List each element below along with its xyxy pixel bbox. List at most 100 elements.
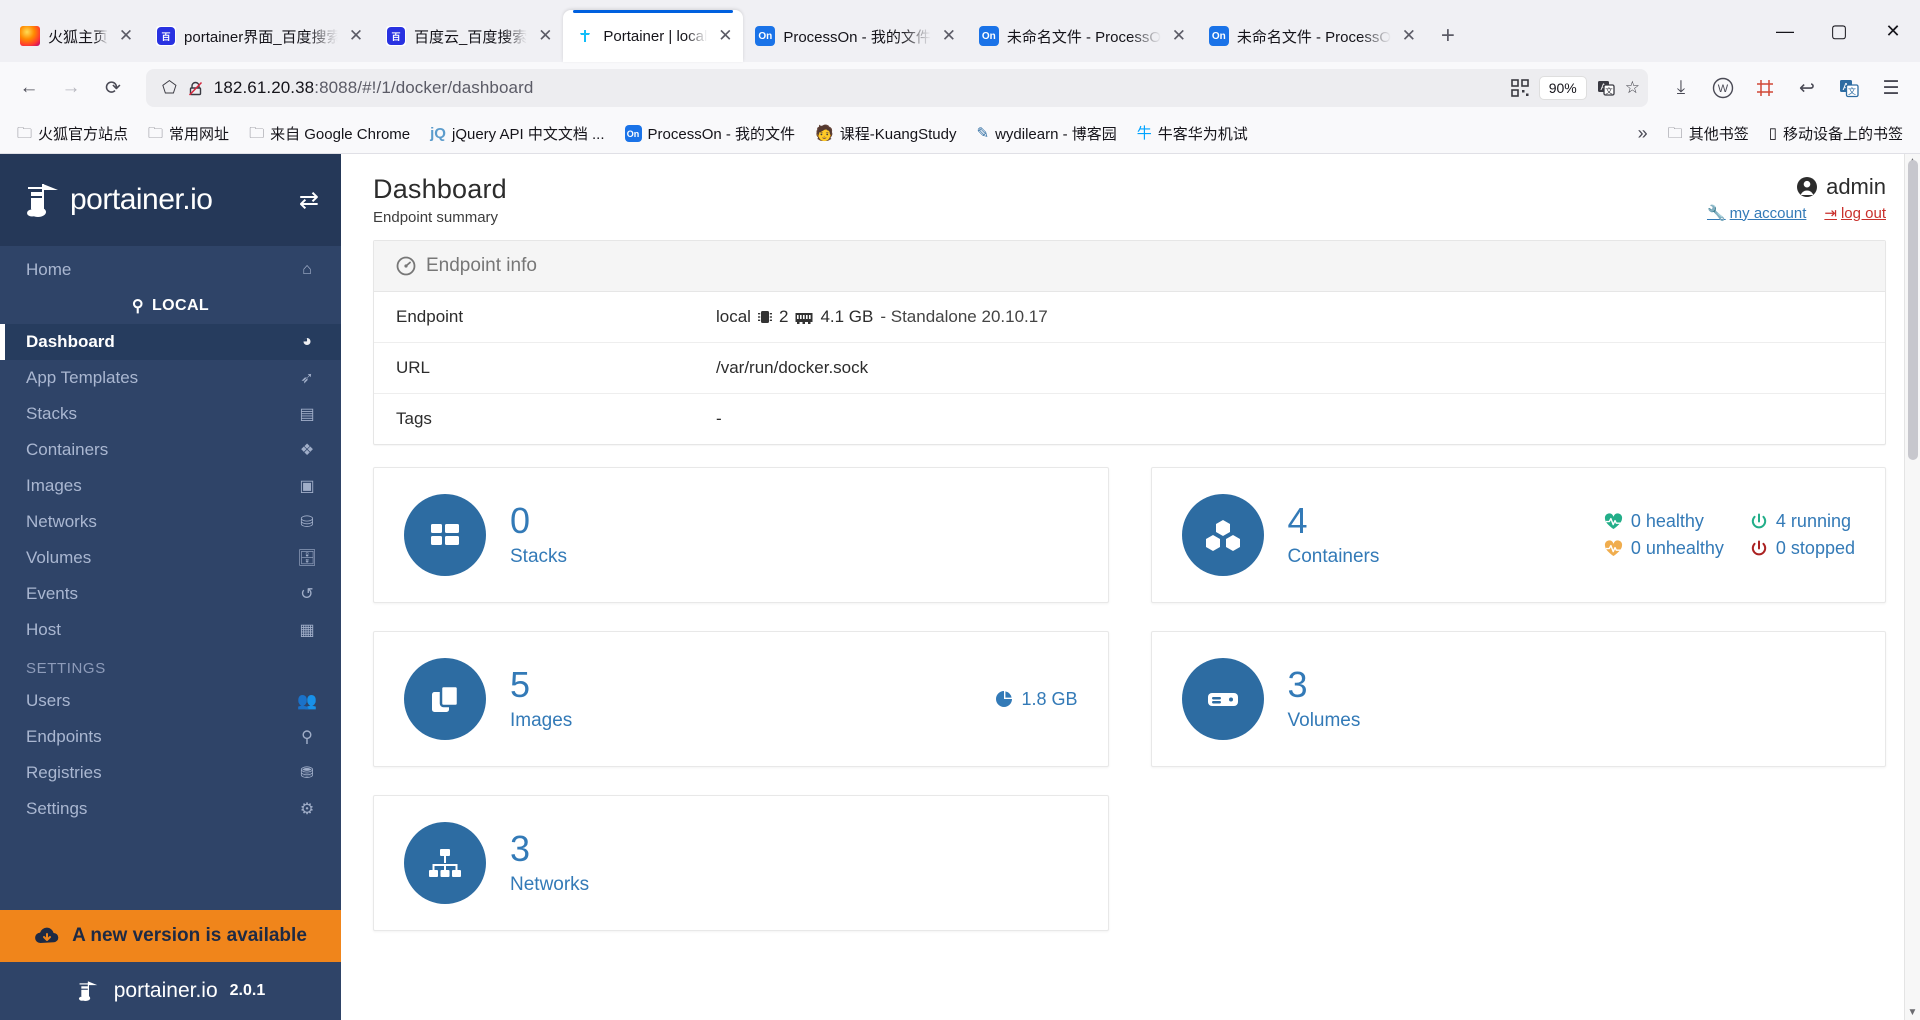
lock-crossed-icon[interactable] xyxy=(187,80,204,97)
sidebar-item-label: Home xyxy=(26,260,72,279)
sidebar-item-host[interactable]: Host ▦ xyxy=(0,612,341,648)
sidebar-item-app-templates[interactable]: App Templates ➶ xyxy=(0,360,341,396)
bookmark-label: 移动设备上的书签 xyxy=(1782,126,1903,143)
sidebar-item-home[interactable]: Home ⌂ xyxy=(0,252,341,288)
close-icon[interactable]: ✕ xyxy=(939,26,959,46)
browser-tab[interactable]: 百 百度云_百度搜索 ✕ xyxy=(374,10,563,62)
close-icon[interactable]: ✕ xyxy=(346,26,366,46)
close-icon[interactable]: ✕ xyxy=(1399,26,1419,46)
new-tab-button[interactable]: + xyxy=(1427,10,1469,62)
card-stacks[interactable]: 0 Stacks xyxy=(373,467,1109,603)
close-icon[interactable]: ✕ xyxy=(715,26,735,46)
back-arrow-icon[interactable]: ← xyxy=(10,69,48,107)
hamburger-menu-icon[interactable]: ☰ xyxy=(1872,69,1910,107)
browser-tab[interactable]: On ProcessOn - 我的文件 ✕ xyxy=(743,10,967,62)
bookmark-item[interactable]: 🗀 常用网址 xyxy=(141,119,236,148)
wrench-icon: 🔧 xyxy=(1706,205,1726,222)
reload-icon[interactable]: ⟳ xyxy=(94,69,132,107)
user-circle-icon xyxy=(1796,176,1818,198)
bookmarks-overflow-button[interactable]: » xyxy=(1631,119,1655,148)
maximize-button[interactable]: ▢ xyxy=(1812,0,1866,62)
events-icon: ↺ xyxy=(300,586,314,603)
sidebar-item-label: Host xyxy=(26,620,61,639)
sidebar-item-networks[interactable]: Networks ⛁ xyxy=(0,504,341,540)
cnblogs-icon: ✎ xyxy=(976,125,990,142)
jquery-icon: jQ xyxy=(430,125,446,142)
qr-code-icon[interactable] xyxy=(1510,79,1529,97)
translate-icon[interactable]: A 文 xyxy=(1597,79,1615,97)
zoom-level-badge[interactable]: 90% xyxy=(1538,76,1587,100)
sidebar-item-users[interactable]: Users 👥 xyxy=(0,683,341,719)
browser-tab[interactable]: 火狐主页 ✕ xyxy=(8,10,144,62)
sidebar-item-label: Users xyxy=(26,691,71,710)
bookmark-mobile[interactable]: ▯ 移动设备上的书签 xyxy=(1762,119,1910,148)
collapse-sidebar-icon[interactable]: ⇄ xyxy=(299,186,319,215)
browser-tab[interactable]: On 未命名文件 - ProcessOn ✕ xyxy=(1197,10,1427,62)
sidebar-item-dashboard[interactable]: Dashboard ◕ xyxy=(0,324,341,360)
svg-text:文: 文 xyxy=(1605,86,1613,96)
tab-strip: 火狐主页 ✕ 百 portainer界面_百度搜索 ✕ 百 百度云_百度搜索 ✕… xyxy=(0,0,1920,62)
address-bar[interactable]: ⬠ 182.61.20.38:8088/#!/1/docker/dashboar… xyxy=(146,69,1648,107)
endpoint-info-header: Endpoint info xyxy=(374,241,1885,292)
update-available-banner[interactable]: A new version is available xyxy=(0,910,341,962)
close-window-button[interactable]: ✕ xyxy=(1866,0,1920,62)
close-icon[interactable]: ✕ xyxy=(116,26,136,46)
minimize-button[interactable]: — xyxy=(1758,0,1812,62)
log-out-link[interactable]: ⇥ log out xyxy=(1824,204,1886,223)
sidebar-item-settings[interactable]: Settings ⚙ xyxy=(0,791,341,827)
browser-tab[interactable]: On 未命名文件 - ProcessOn ✕ xyxy=(967,10,1197,62)
bookmark-item[interactable]: 🗀 来自 Google Chrome xyxy=(242,119,417,148)
bookmark-item[interactable]: jQ jQuery API 中文文档 ... xyxy=(423,119,611,148)
sidebar-item-stacks[interactable]: Stacks ▤ xyxy=(0,396,341,432)
sidebar-item-volumes[interactable]: Volumes 🗄 xyxy=(0,540,341,576)
bookmark-item[interactable]: 🗀 火狐官方站点 xyxy=(10,119,135,148)
sidebar-brand-label: portainer.io xyxy=(70,183,213,216)
scrollbar-thumb[interactable] xyxy=(1908,160,1918,460)
screenshot-icon[interactable] xyxy=(1746,69,1784,107)
sidebar-item-images[interactable]: Images ▣ xyxy=(0,468,341,504)
memory-size: 4.1 GB xyxy=(820,307,874,326)
url-text[interactable]: 182.61.20.38:8088/#!/1/docker/dashboard xyxy=(214,78,1501,98)
undo-icon[interactable]: ↩ xyxy=(1788,69,1826,107)
card-networks[interactable]: 3 Networks xyxy=(373,795,1109,931)
browser-tab-active[interactable]: Portainer | local ✕ xyxy=(563,10,744,62)
images-icon: ▣ xyxy=(299,478,315,495)
bookmark-other[interactable]: 🗀 其他书签 xyxy=(1661,119,1756,148)
sidebar-item-events[interactable]: Events ↺ xyxy=(0,576,341,612)
card-containers[interactable]: 4 Containers 0 healthy 4 running 0 unhea… xyxy=(1150,467,1886,603)
sidebar-item-containers[interactable]: Containers ❖ xyxy=(0,432,341,468)
card-label: Volumes xyxy=(1287,709,1361,731)
sidebar-brand[interactable]: portainer.io ⇄ xyxy=(0,154,341,246)
download-icon[interactable]: ⤓ xyxy=(1662,69,1700,107)
endpoint-info-title: Endpoint info xyxy=(426,255,537,276)
endpoint-row-value: /var/run/docker.sock xyxy=(716,358,869,377)
scroll-down-arrow-icon[interactable]: ▼ xyxy=(1905,1007,1920,1018)
sidebar-item-registries[interactable]: Registries ⛃ xyxy=(0,755,341,791)
my-account-link[interactable]: 🔧 my account xyxy=(1706,204,1806,223)
endpoint-row: Tags - xyxy=(374,394,1885,444)
sidebar-section-local: ⚲ LOCAL xyxy=(0,288,341,324)
forward-arrow-icon[interactable]: → xyxy=(52,69,90,107)
bookmark-star-icon[interactable]: ☆ xyxy=(1625,78,1640,98)
bookmark-item[interactable]: On ProcessOn - 我的文件 xyxy=(618,119,803,148)
shield-icon[interactable]: ⬠ xyxy=(162,78,177,98)
translate-page-icon[interactable]: A 文 xyxy=(1830,69,1868,107)
bookmark-item[interactable]: 🧑 课程-KuangStudy xyxy=(808,119,963,148)
close-icon[interactable]: ✕ xyxy=(1169,26,1189,46)
sidebar-item-endpoints[interactable]: Endpoints ⚲ xyxy=(0,719,341,755)
bookmark-label: 牛客华为机试 xyxy=(1157,126,1248,143)
bookmark-item[interactable]: 牛 牛客华为机试 xyxy=(1130,119,1255,148)
sidebar: portainer.io ⇄ Home ⌂ ⚲ LOCAL Dashboard … xyxy=(0,154,341,1020)
vertical-scrollbar[interactable]: ▲ ▼ xyxy=(1904,154,1920,1020)
card-images[interactable]: 5 Images 1.8 GB xyxy=(373,631,1109,767)
sidebar-item-label: Registries xyxy=(26,763,102,782)
close-icon[interactable]: ✕ xyxy=(535,26,555,46)
bookmark-item[interactable]: ✎ wydilearn - 博客园 xyxy=(969,119,1123,148)
browser-tab[interactable]: 百 portainer界面_百度搜索 ✕ xyxy=(144,10,374,62)
card-volumes[interactable]: 3 Volumes xyxy=(1150,631,1886,767)
folder-icon: 🗀 xyxy=(17,125,33,142)
main-content: Dashboard Endpoint summary admin 🔧 my ac… xyxy=(341,154,1920,1020)
status-running-label: 4 running xyxy=(1775,511,1851,531)
w-account-icon[interactable]: W xyxy=(1704,69,1742,107)
